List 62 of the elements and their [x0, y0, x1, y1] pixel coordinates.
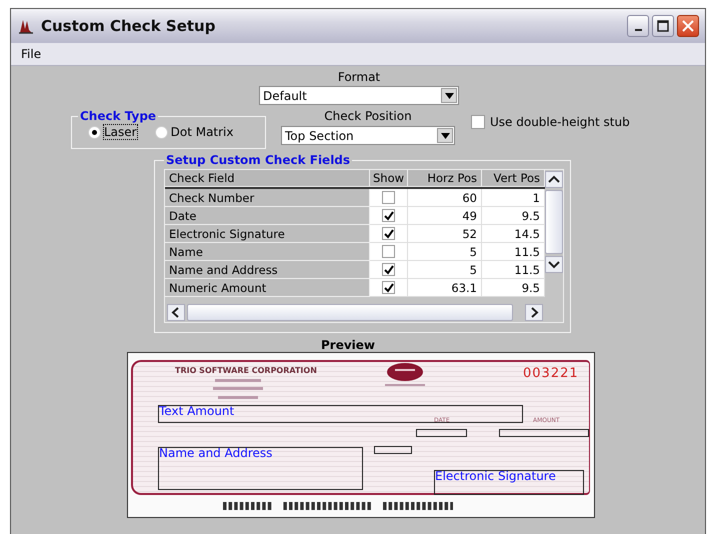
- show-checkbox[interactable]: [382, 263, 395, 276]
- table-cell: Check Number: [165, 189, 370, 207]
- table-cell: 5: [408, 261, 482, 279]
- dropdown-arrow-icon: [440, 132, 450, 138]
- column-header[interactable]: Vert Pos: [482, 170, 545, 187]
- table-cell: 1: [482, 189, 545, 207]
- field-box[interactable]: [374, 446, 412, 454]
- table-cell: 11.5: [482, 243, 545, 261]
- double-height-stub-checkbox[interactable]: Use double-height stub: [471, 115, 630, 129]
- format-label: Format: [338, 70, 380, 84]
- radio-option[interactable]: Laser: [88, 125, 137, 139]
- table-cell: Numeric Amount: [165, 279, 370, 297]
- table-cell: 9.5: [482, 279, 545, 297]
- group-title: Check Type: [79, 109, 158, 123]
- show-checkbox[interactable]: [382, 227, 395, 240]
- table-cell: Date: [165, 207, 370, 225]
- field-box[interactable]: Name and Address: [158, 447, 363, 490]
- table-cell: Name and Address: [165, 261, 370, 279]
- show-checkbox[interactable]: [382, 209, 395, 222]
- scroll-up-icon[interactable]: [545, 171, 563, 188]
- horizontal-scrollbar[interactable]: [165, 303, 545, 322]
- preview-title: Preview: [320, 338, 376, 352]
- group-title: Setup Custom Check Fields: [165, 153, 352, 167]
- show-checkbox[interactable]: [382, 245, 395, 258]
- field-box[interactable]: [416, 429, 467, 437]
- table-cell: 52: [408, 225, 482, 243]
- scroll-down-icon[interactable]: [545, 256, 563, 273]
- window-title: Custom Check Setup: [41, 17, 216, 35]
- table-cell: 49: [408, 207, 482, 225]
- dropdown-arrow-icon: [444, 92, 454, 98]
- field-box[interactable]: Electronic Signature: [434, 470, 584, 495]
- minimize-icon: [634, 29, 642, 31]
- field-box[interactable]: [499, 429, 589, 437]
- close-button[interactable]: [677, 15, 699, 37]
- column-header[interactable]: Check Field: [165, 170, 370, 187]
- company-name: TRIO SOFTWARE CORPORATION: [175, 366, 317, 375]
- table-cell: 9.5: [482, 207, 545, 225]
- show-checkbox[interactable]: [382, 191, 395, 204]
- scroll-thumb[interactable]: [187, 304, 513, 321]
- format-dropdown[interactable]: Default: [259, 86, 459, 105]
- table-cell: 63.1: [408, 279, 482, 297]
- table-cell: Electronic Signature: [165, 225, 370, 243]
- check-position-dropdown[interactable]: Top Section: [281, 126, 455, 145]
- scroll-left-icon[interactable]: [167, 304, 185, 321]
- table-cell: 14.5: [482, 225, 545, 243]
- show-checkbox[interactable]: [382, 281, 395, 294]
- table-cell: Name: [165, 243, 370, 261]
- close-icon: [682, 20, 694, 32]
- maximize-button[interactable]: [652, 15, 674, 37]
- check-position-label: Check Position: [324, 109, 412, 123]
- column-header[interactable]: Horz Pos: [408, 170, 482, 187]
- table-cell: 11.5: [482, 261, 545, 279]
- minimize-button[interactable]: [627, 15, 649, 37]
- scroll-right-icon[interactable]: [525, 304, 543, 321]
- table-cell: 5: [408, 243, 482, 261]
- column-header[interactable]: Show: [370, 170, 408, 187]
- table-cell: 60: [408, 189, 482, 207]
- menu-item[interactable]: File: [21, 47, 42, 61]
- check-number: 003221: [523, 366, 579, 381]
- scroll-thumb[interactable]: [545, 190, 563, 254]
- radio-option[interactable]: Dot Matrix: [154, 125, 234, 139]
- maximize-icon: [657, 20, 669, 32]
